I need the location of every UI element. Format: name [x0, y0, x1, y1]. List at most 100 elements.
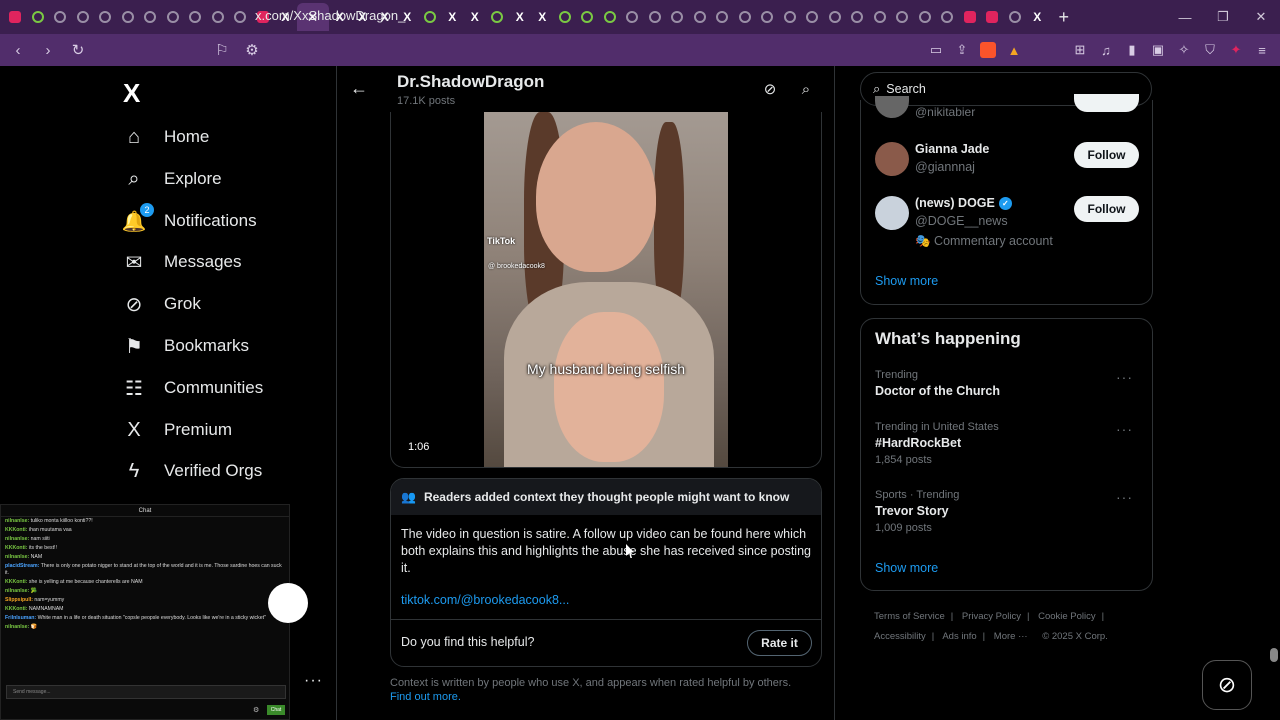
browser-tab[interactable] [914, 3, 937, 31]
sidebar-icon[interactable]: ▮ [1124, 42, 1140, 58]
browser-tab[interactable] [891, 3, 914, 31]
footer-link[interactable]: More ··· [994, 631, 1028, 642]
tab-search-icon[interactable]: ⊞ [1072, 42, 1088, 58]
nav-item-messages[interactable]: ✉ Messages [122, 242, 242, 282]
music-icon[interactable]: ♫ [1098, 42, 1114, 58]
extension-icon[interactable]: ✦ [1228, 42, 1244, 58]
rate-it-button[interactable]: Rate it [747, 630, 812, 656]
browser-tab[interactable]: X [464, 3, 487, 31]
browser-tab[interactable] [644, 3, 667, 31]
brave-shield-icon[interactable] [980, 42, 996, 58]
more-icon[interactable]: ··· [1116, 369, 1133, 385]
browser-tab[interactable] [936, 3, 959, 31]
scrollbar[interactable] [1268, 66, 1280, 720]
grok-fab-icon[interactable]: ⊘ [1202, 660, 1252, 710]
trend-item[interactable]: Sports · Trending Trevor Story 1,009 pos… [875, 489, 1141, 534]
browser-tab[interactable] [207, 3, 230, 31]
find-out-more-link[interactable]: Find out more. [390, 690, 822, 704]
nav-item-verified-orgs[interactable]: ϟ Verified Orgs [122, 451, 263, 491]
browser-tab[interactable] [846, 3, 869, 31]
maximize-button[interactable]: ❐ [1204, 0, 1242, 34]
nav-item-premium[interactable]: X Premium [122, 410, 232, 450]
x-logo-icon[interactable]: X [123, 78, 140, 109]
wallet-icon[interactable]: ▣ [1150, 42, 1166, 58]
more-options-icon[interactable]: ··· [304, 672, 323, 690]
video-card[interactable]: TikTok @ brookedacook8 My husband being … [390, 112, 822, 468]
note-link[interactable]: tiktok.com/@brookedacook8... [401, 593, 569, 607]
more-icon[interactable]: ··· [1116, 489, 1133, 505]
menu-icon[interactable]: ≡ [1254, 42, 1270, 58]
chat-input[interactable]: Send message... [6, 685, 286, 699]
trend-item[interactable]: Trending Doctor of the Church ··· [875, 369, 1141, 398]
nav-item-notifications[interactable]: 🔔 2 Notifications [122, 201, 257, 241]
browser-tab[interactable] [824, 3, 847, 31]
follow-suggestion[interactable]: (news) DOGE ✓ @DOGE__news 🎭 Commentary ac… [875, 196, 1141, 248]
browser-tab[interactable] [184, 3, 207, 31]
follow-button[interactable]: Follow [1074, 142, 1139, 168]
url-bar[interactable]: x.com/XxShadowDragon_ [230, 6, 405, 26]
browser-tab[interactable] [72, 3, 95, 31]
follow-suggestion[interactable]: Gianna Jade @giannnaj Follow [875, 142, 1141, 192]
rewards-icon[interactable]: ▲ [1006, 42, 1022, 58]
follow-button[interactable]: Follow [1074, 196, 1139, 222]
browser-tab[interactable] [756, 3, 779, 31]
browser-tab[interactable] [1004, 3, 1027, 31]
browser-tab[interactable] [621, 3, 644, 31]
more-icon[interactable]: ··· [1116, 421, 1133, 437]
browser-tab[interactable] [959, 3, 982, 31]
browser-tab[interactable]: X [441, 3, 464, 31]
bookmark-page-icon[interactable]: ⚐ [210, 38, 234, 62]
browser-tab[interactable] [486, 3, 509, 31]
browser-tab[interactable] [711, 3, 734, 31]
gear-icon[interactable]: ⚙ [253, 706, 259, 714]
browser-tab[interactable]: X [531, 3, 554, 31]
new-tab-button[interactable]: + [1059, 7, 1070, 28]
browser-tab[interactable] [981, 3, 1004, 31]
site-settings-icon[interactable]: ⚙ [240, 38, 264, 62]
forward-arrow-icon[interactable]: › [36, 38, 60, 62]
browser-tab[interactable] [554, 3, 577, 31]
browser-tab[interactable] [139, 3, 162, 31]
back-arrow-icon[interactable]: ← [350, 78, 370, 98]
footer-link[interactable]: Ads info [942, 631, 976, 642]
post-button-partial[interactable] [268, 583, 308, 623]
footer-link[interactable]: Terms of Service [874, 611, 945, 622]
browser-tab[interactable] [689, 3, 712, 31]
footer-link[interactable]: Privacy Policy [962, 611, 1021, 622]
browser-tab[interactable] [779, 3, 802, 31]
scrollbar-thumb[interactable] [1270, 648, 1278, 662]
browser-tab[interactable] [117, 3, 140, 31]
browser-tab[interactable] [49, 3, 72, 31]
back-arrow-icon[interactable]: ‹ [6, 38, 30, 62]
search-icon[interactable]: ⌕ [797, 80, 815, 98]
browser-tab[interactable] [27, 3, 50, 31]
nav-item-home[interactable]: ⌂ Home [122, 117, 209, 157]
share-icon[interactable]: ⇪ [954, 42, 970, 58]
browser-tab[interactable] [419, 3, 442, 31]
show-more-link[interactable]: Show more [875, 561, 938, 575]
browser-tab[interactable] [869, 3, 892, 31]
chat-send-button[interactable]: Chat [267, 705, 285, 715]
vpn-icon[interactable]: ⛉ [1202, 42, 1218, 58]
footer-link[interactable]: Accessibility [874, 631, 926, 642]
video-player[interactable]: TikTok @ brookedacook8 My husband being … [484, 112, 728, 467]
cast-icon[interactable]: ▭ [928, 42, 944, 58]
browser-tab[interactable] [734, 3, 757, 31]
close-window-button[interactable]: ✕ [1242, 0, 1280, 34]
browser-tab[interactable] [666, 3, 689, 31]
browser-tab[interactable]: X [509, 3, 532, 31]
browser-tab[interactable] [599, 3, 622, 31]
nav-item-bookmarks[interactable]: ⚑ Bookmarks [122, 326, 249, 366]
nav-item-grok[interactable]: ⊘ Grok [122, 284, 201, 324]
minimize-button[interactable]: — [1166, 0, 1204, 34]
grok-icon[interactable]: ⊘ [761, 80, 779, 98]
follow-button[interactable] [1074, 94, 1139, 112]
reload-icon[interactable]: ↻ [66, 38, 90, 62]
leo-icon[interactable]: ✧ [1176, 42, 1192, 58]
footer-link[interactable]: Cookie Policy [1038, 611, 1096, 622]
nav-item-communities[interactable]: ☷ Communities [122, 368, 263, 408]
trend-item[interactable]: Trending in United States #HardRockBet 1… [875, 421, 1141, 466]
browser-tab[interactable] [576, 3, 599, 31]
browser-tab[interactable] [801, 3, 824, 31]
browser-tab[interactable]: X [1026, 3, 1049, 31]
